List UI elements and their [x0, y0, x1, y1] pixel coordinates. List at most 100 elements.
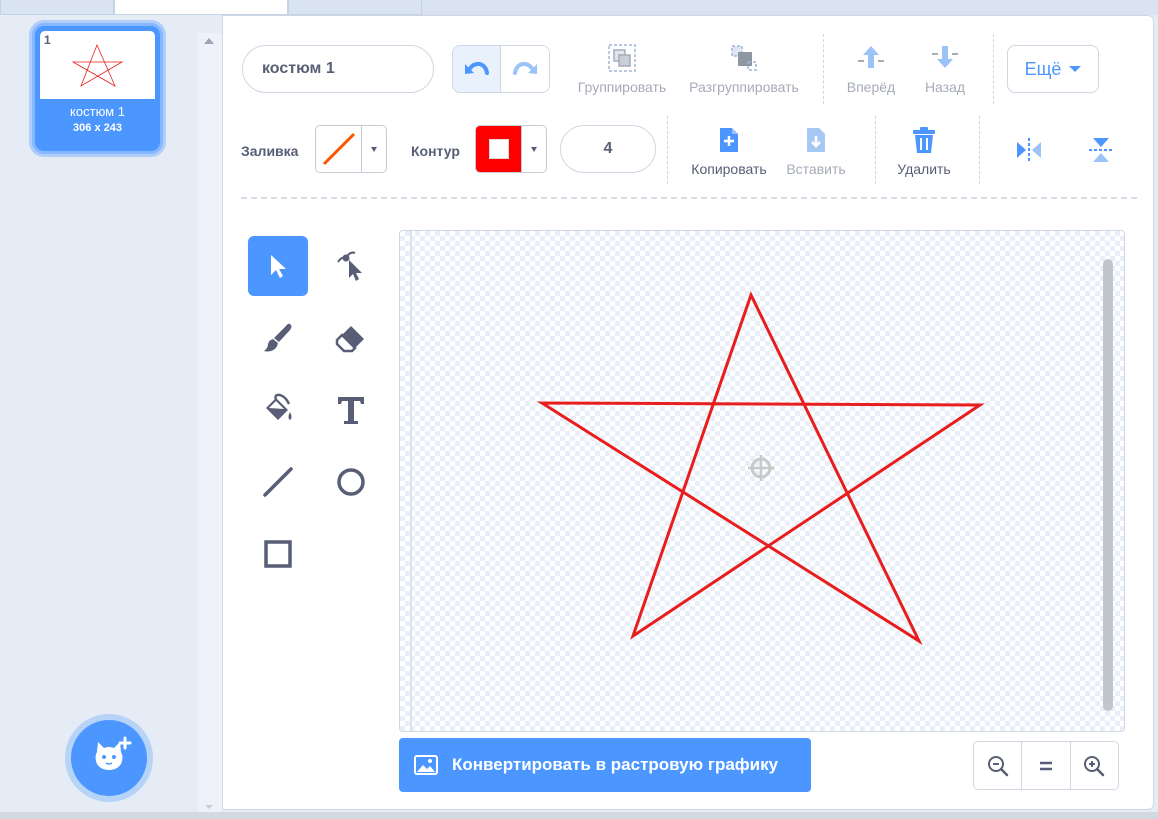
- line-icon: [263, 467, 293, 497]
- costume-name: костюм 1: [70, 104, 125, 119]
- zoom-out-button[interactable]: [974, 742, 1023, 789]
- copy-label: Копировать: [691, 161, 767, 177]
- arrow-pointer-icon: [271, 255, 286, 278]
- undo-redo-group: [452, 45, 550, 93]
- costume-size: 306 x 243: [73, 122, 122, 134]
- paintbrush-icon: [264, 323, 292, 352]
- cat-plus-icon: [95, 736, 132, 770]
- scroll-down-arrow-icon[interactable]: [205, 805, 213, 809]
- toolbar-separator: [823, 34, 824, 104]
- outline-dropdown-arrow-icon: [522, 126, 546, 172]
- toolbar-separator: [667, 116, 668, 184]
- tab-strip: [0, 0, 1158, 15]
- canvas-vertical-scrollbar[interactable]: [1103, 259, 1113, 711]
- text-t-icon: [338, 397, 364, 424]
- copy-icon: [720, 128, 738, 152]
- convert-label: Конвертировать в растровую графику: [452, 755, 779, 774]
- ungroup-icon: [731, 45, 757, 71]
- group-button[interactable]: Группировать: [573, 38, 671, 95]
- tab-costumes[interactable]: [114, 0, 288, 15]
- zoom-in-icon: [1084, 755, 1105, 776]
- flip-vertical-button[interactable]: [1079, 134, 1123, 169]
- paste-button[interactable]: Вставить: [775, 120, 857, 177]
- zoom-in-button[interactable]: [1071, 742, 1118, 789]
- arrow-down-icon: [932, 46, 958, 68]
- delete-label: Удалить: [897, 161, 951, 177]
- ungroup-label: Разгруппировать: [689, 79, 799, 95]
- redo-button[interactable]: [501, 46, 549, 92]
- text-tool[interactable]: [321, 380, 381, 440]
- line-tool[interactable]: [248, 452, 308, 512]
- rectangle-tool[interactable]: [248, 524, 308, 584]
- drawing-canvas[interactable]: [400, 231, 1124, 731]
- fill-tool[interactable]: [248, 380, 308, 440]
- toolbar-separator: [979, 116, 980, 184]
- arrow-up-icon: [858, 46, 884, 68]
- fill-label: Заливка: [241, 143, 299, 159]
- circle-icon: [337, 468, 365, 496]
- center-crosshair-icon: [748, 455, 774, 481]
- flip-horizontal-button[interactable]: [1007, 134, 1051, 169]
- paste-label: Вставить: [786, 161, 846, 177]
- delete-button[interactable]: Удалить: [889, 120, 959, 177]
- backward-label: Назад: [924, 79, 966, 95]
- forward-label: Вперёд: [846, 79, 896, 95]
- costume-list: 1 костюм 1 306 x 243: [0, 15, 222, 813]
- fill-swatch: [316, 126, 362, 172]
- zoom-reset-button[interactable]: [1022, 742, 1071, 789]
- ungroup-button[interactable]: Разгруппировать: [683, 38, 805, 95]
- brush-tool[interactable]: [248, 308, 308, 368]
- flip-horizontal-icon: [1017, 138, 1041, 162]
- flip-vertical-icon: [1089, 138, 1113, 162]
- select-tool[interactable]: [248, 236, 308, 296]
- more-label: Ещё: [1024, 58, 1062, 79]
- eraser-icon: [335, 326, 364, 353]
- convert-to-bitmap-button[interactable]: Конвертировать в растровую графику: [399, 738, 811, 792]
- reshape-tool[interactable]: [321, 236, 381, 296]
- equals-icon: [1039, 761, 1052, 770]
- outline-color-picker[interactable]: [475, 125, 547, 173]
- no-fill-icon: [322, 132, 356, 166]
- tab-code[interactable]: [0, 0, 114, 15]
- group-icon: [608, 44, 636, 72]
- scroll-up-arrow-icon[interactable]: [204, 38, 214, 44]
- add-costume-button[interactable]: [71, 720, 147, 796]
- toolbar-divider: [241, 197, 1137, 199]
- trash-icon: [913, 127, 935, 153]
- circle-tool[interactable]: [321, 452, 381, 512]
- costume-drawing: [536, 291, 985, 646]
- copy-button[interactable]: Копировать: [683, 120, 775, 177]
- paint-bucket-icon: [266, 393, 292, 420]
- group-label: Группировать: [577, 79, 667, 95]
- caret-down-icon: [1069, 66, 1082, 72]
- costume-index: 1: [44, 33, 51, 47]
- zoom-controls: [973, 741, 1119, 790]
- reshape-pointer-icon: [337, 251, 362, 281]
- toolbar-separator: [993, 34, 994, 104]
- undo-button[interactable]: [453, 46, 502, 92]
- paint-editor: Группировать Разгруппировать Вперёд: [222, 15, 1154, 810]
- paste-icon: [807, 128, 825, 152]
- image-icon: [414, 755, 438, 775]
- fill-color-picker[interactable]: [315, 125, 387, 173]
- more-button[interactable]: Ещё: [1007, 45, 1099, 93]
- zoom-out-icon: [987, 755, 1008, 776]
- fill-dropdown-arrow-icon: [362, 126, 386, 172]
- costume-tile[interactable]: 1 костюм 1 306 x 243: [32, 23, 163, 154]
- backward-button[interactable]: Назад: [915, 38, 975, 95]
- star-thumbnail-icon: [71, 43, 124, 87]
- undo-icon: [464, 61, 489, 75]
- drawing-canvas-area: [399, 230, 1125, 732]
- costume-name-input[interactable]: [242, 45, 434, 93]
- outline-label: Контур: [411, 143, 460, 159]
- outline-swatch: [476, 126, 522, 172]
- bottom-scrollbar[interactable]: [0, 812, 1158, 819]
- costume-list-scrollbar[interactable]: [198, 33, 222, 813]
- tab-sounds[interactable]: [288, 0, 422, 15]
- forward-button[interactable]: Вперёд: [841, 38, 901, 95]
- stroke-width-input[interactable]: [560, 125, 656, 173]
- outline-swatch-inner: [489, 139, 509, 159]
- toolbar-separator: [875, 116, 876, 184]
- eraser-tool[interactable]: [321, 308, 381, 368]
- square-icon: [264, 540, 292, 568]
